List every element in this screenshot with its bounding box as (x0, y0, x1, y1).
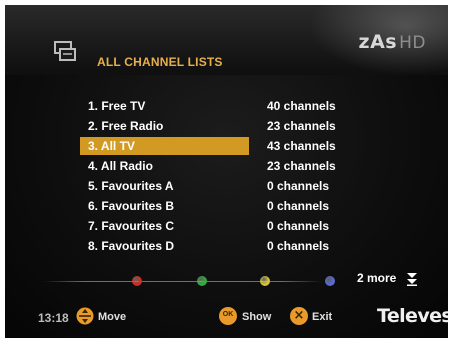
green-key-icon[interactable] (197, 276, 207, 286)
list-name: 7. Favourites C (88, 219, 175, 233)
channel-list-row[interactable]: 8. Favourites D 0 channels (80, 236, 370, 256)
televes-logo: Televes (377, 305, 448, 327)
color-key-divider (43, 281, 323, 282)
brand-suffix: HD (399, 33, 426, 53)
list-channel-count: 0 channels (267, 179, 330, 193)
ok-text: OK (222, 311, 234, 318)
exit-x-icon: × (293, 308, 305, 323)
list-name: 1. Free TV (88, 99, 146, 113)
clock: 13:18 (38, 311, 69, 325)
show-label: Show (242, 311, 272, 323)
blue-key-icon[interactable] (325, 276, 335, 286)
exit-label: Exit (312, 311, 333, 323)
channel-list-row[interactable]: 6. Favourites B 0 channels (80, 196, 370, 216)
channel-list-row[interactable]: 4. All Radio 23 channels (80, 156, 370, 176)
list-name: 8. Favourites D (88, 239, 175, 253)
channel-list-row[interactable]: 5. Favourites A 0 channels (80, 176, 370, 196)
ok-button-icon[interactable]: OK (219, 307, 237, 325)
list-channel-count: 23 channels (267, 159, 336, 173)
red-key-icon[interactable] (132, 276, 142, 286)
navigation-arrows-icon[interactable] (76, 307, 94, 325)
channel-list: 1. Free TV 40 channels 2. Free Radio 23 cha… (80, 96, 370, 256)
yellow-key-icon[interactable] (260, 276, 270, 286)
move-label: Move (98, 311, 127, 323)
list-name: 4. All Radio (88, 159, 153, 173)
page-title: ALL CHANNEL LISTS (97, 55, 223, 69)
list-channel-count: 0 channels (267, 239, 330, 253)
list-name: 6. Favourites B (88, 199, 175, 213)
list-channel-count: 40 channels (267, 99, 336, 113)
list-name: 5. Favourites A (88, 179, 174, 193)
brand-logo: zAs HD (359, 31, 426, 53)
channel-list-row[interactable]: 2. Free Radio 23 channels (80, 116, 370, 136)
tv-screen: ALL CHANNEL LISTS zAs HD 1. Free TV 40 cha… (5, 5, 448, 338)
list-name: 2. Free Radio (88, 119, 164, 133)
double-chevron-down-icon[interactable] (406, 272, 418, 286)
list-channel-count: 23 channels (267, 119, 336, 133)
channel-list-row[interactable]: 7. Favourites C 0 channels (80, 216, 370, 236)
list-channel-count: 0 channels (267, 219, 330, 233)
list-channel-count: 43 channels (267, 139, 336, 153)
channel-list-row[interactable]: 3. All TV 43 channels (80, 136, 370, 156)
list-name: 3. All TV (88, 139, 135, 153)
channel-list-icon (54, 41, 76, 61)
more-label: 2 more (357, 271, 397, 285)
list-channel-count: 0 channels (267, 199, 330, 213)
brand-main: zAs (358, 31, 398, 53)
exit-button-icon[interactable]: × (290, 307, 308, 325)
channel-list-row[interactable]: 1. Free TV 40 channels (80, 96, 370, 116)
